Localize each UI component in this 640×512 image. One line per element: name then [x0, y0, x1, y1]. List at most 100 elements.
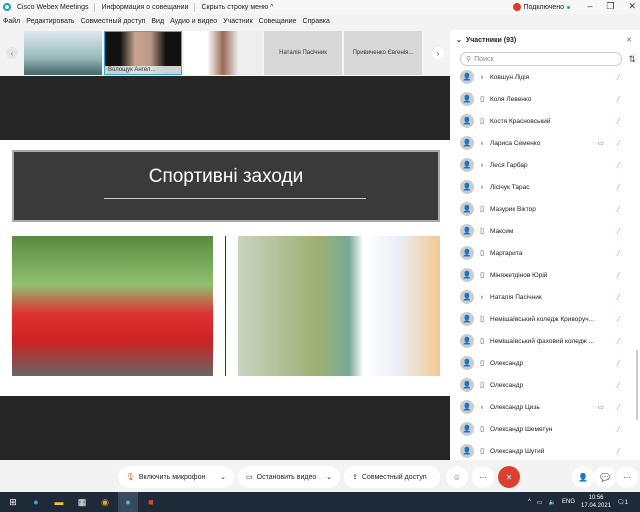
participant-row[interactable]: 👤 ♁ Ковшун Лідія ⁄ — [450, 66, 640, 88]
menu-item[interactable]: Совместный доступ — [81, 18, 146, 25]
participant-name: Лісічук Тарас — [490, 183, 530, 191]
avatar-icon: 👤 — [460, 246, 474, 260]
mic-muted-icon[interactable]: ⁄ — [618, 73, 640, 82]
participant-row[interactable]: 👤 ▯ Мазурик Віктор ⁄ — [450, 198, 640, 220]
windows-start-icon[interactable]: ⊞ — [3, 492, 23, 512]
divider — [225, 236, 226, 376]
menu-item[interactable]: Участник — [223, 18, 253, 25]
video-tile[interactable]: Волощук Ангел... — [104, 31, 182, 75]
tray-chevron-icon[interactable]: ^ — [528, 499, 531, 505]
volume-icon[interactable]: 🔈 — [549, 499, 556, 506]
mic-muted-icon[interactable]: ⁄ — [618, 139, 640, 148]
menu-bar: Файл Редактировать Совместный доступ Вид Ауд… — [0, 14, 330, 28]
avatar-icon: 👤 — [460, 114, 474, 128]
language-indicator[interactable]: ENG — [562, 499, 575, 505]
minimize-icon[interactable]: – — [587, 1, 592, 12]
menu-item[interactable]: Совещание — [259, 18, 297, 25]
mic-muted-icon[interactable]: ⁄ — [618, 425, 640, 434]
mic-muted-icon[interactable]: ⁄ — [618, 161, 640, 170]
divider — [194, 2, 196, 12]
chevron-right-icon[interactable]: › — [432, 47, 444, 59]
divider — [104, 198, 366, 199]
clock[interactable]: 10:56 17.04.2021 — [581, 494, 611, 510]
shared-content-stage: Спортивні заходи — [0, 76, 450, 460]
participant-row[interactable]: 👤 ▯ Олександр Шеметун ⁄ — [450, 418, 640, 440]
video-tile[interactable]: Привиченко Євгенія... — [344, 31, 422, 75]
chevron-left-icon[interactable]: ‹ — [6, 47, 18, 59]
participant-row[interactable]: 👤 ▯ Коля Левенко ⁄ — [450, 88, 640, 110]
network-icon[interactable]: ▭ — [537, 499, 543, 506]
gym-photo — [238, 236, 440, 376]
participant-row[interactable]: 👤 ▯ Немішаївський фаховий коледж ... ⁄ — [450, 330, 640, 352]
participant-row[interactable]: 👤 ▯ Максим ⁄ — [450, 220, 640, 242]
participant-row[interactable]: 👤 ♁ Леся Гарбар ⁄ — [450, 154, 640, 176]
video-tile[interactable] — [184, 31, 262, 75]
mic-muted-icon[interactable]: ⁄ — [618, 249, 640, 258]
mic-muted-icon[interactable]: ⁄ — [618, 183, 640, 192]
participant-name: Олександр — [490, 359, 524, 367]
video-tile[interactable]: Наталія Пасічник — [264, 31, 342, 75]
mic-muted-icon[interactable]: ⁄ — [618, 271, 640, 280]
participant-row[interactable]: 👤 ▯ Олександр Шутий ⁄ — [450, 440, 640, 462]
chevron-down-icon[interactable]: ⌄ — [220, 473, 226, 481]
menu-item[interactable]: Редактировать — [26, 18, 74, 25]
mic-muted-icon[interactable]: ⁄ — [618, 95, 640, 104]
search-input[interactable]: ⚲ Поиск — [460, 52, 622, 66]
video-tile[interactable] — [24, 31, 102, 75]
participant-row[interactable]: 👤 ▯ Міняжетдінов Юрій ⁄ — [450, 264, 640, 286]
phone-icon: ▯ — [480, 448, 484, 455]
chevron-down-icon[interactable]: ⌄ — [326, 473, 332, 481]
webex-taskbar-icon[interactable]: ● — [118, 492, 138, 512]
slide-title-box: Спортивні заходи — [12, 150, 440, 222]
meeting-info-button[interactable]: Информация о совещании — [101, 4, 188, 11]
menu-item[interactable]: Справка — [302, 18, 329, 25]
participant-row[interactable]: 👤 ▯ Олександр ⁄ — [450, 352, 640, 374]
menu-item[interactable]: Аудио и видео — [170, 18, 217, 25]
share-button[interactable]: ⇪ Совместный доступ — [344, 466, 440, 488]
menu-item[interactable]: Вид — [151, 18, 164, 25]
restore-icon[interactable]: ❐ — [606, 1, 614, 12]
participants-icon[interactable]: 👤 — [572, 466, 594, 488]
chrome-icon[interactable]: ◉ — [95, 492, 115, 512]
avatar-icon: 👤 — [460, 268, 474, 282]
mic-muted-icon[interactable]: ⁄ — [618, 293, 640, 302]
end-meeting-button[interactable]: ✕ — [498, 466, 520, 488]
unmute-label: Включить микрофон — [138, 473, 206, 481]
menu-item[interactable]: Файл — [3, 18, 20, 25]
store-icon[interactable]: ▦ — [72, 492, 92, 512]
participant-row[interactable]: 👤 ▯ Немішаївський коледж Криворуч... ⁄ — [450, 308, 640, 330]
participant-row[interactable]: 👤 ▯ Костя Красновський ⁄ — [450, 110, 640, 132]
mic-muted-icon[interactable]: ⁄ — [618, 447, 640, 456]
chat-icon[interactable]: 💬 — [594, 466, 616, 488]
participant-row[interactable]: 👤 ▯ Маргарита ⁄ — [450, 242, 640, 264]
collapse-chevron-icon[interactable]: ⌄ — [456, 36, 462, 44]
unmute-button[interactable]: 🎙 Включить микрофон ⌄ — [118, 466, 234, 488]
participant-name: Наталія Пасічник — [490, 293, 542, 301]
reactions-icon[interactable]: ☺ — [446, 466, 468, 488]
participant-row[interactable]: 👤 ♁ Олександр Цизь ▭ ⁄ — [450, 396, 640, 418]
edge-icon[interactable]: ● — [26, 492, 46, 512]
mic-muted-icon[interactable]: ⁄ — [618, 227, 640, 236]
file-explorer-icon[interactable]: ▬ — [49, 492, 69, 512]
close-panel-icon[interactable]: ✕ — [626, 36, 632, 44]
scrollbar[interactable] — [636, 350, 638, 420]
avatar-icon: 👤 — [460, 334, 474, 348]
sort-icon[interactable]: ⇅ — [628, 54, 636, 65]
more-icon[interactable]: ⋯ — [472, 466, 494, 488]
mic-muted-icon[interactable]: ⁄ — [618, 337, 640, 346]
participant-row[interactable]: 👤 ▯ Олександр ⁄ — [450, 374, 640, 396]
mic-muted-icon[interactable]: ⁄ — [618, 117, 640, 126]
participant-row[interactable]: 👤 ♁ Наталія Пасічник ⁄ — [450, 286, 640, 308]
notifications-icon[interactable]: 🗨1 — [617, 499, 628, 506]
hide-menu-button[interactable]: Скрыть строку меню ^ — [201, 4, 273, 11]
participant-row[interactable]: 👤 ♁ Лариса Семенко ▭ ⁄ — [450, 132, 640, 154]
participant-row[interactable]: 👤 ♁ Лісічук Тарас ⁄ — [450, 176, 640, 198]
close-icon[interactable]: ✕ — [628, 1, 636, 12]
more-options-icon[interactable]: ⋯ — [616, 466, 638, 488]
mic-muted-icon[interactable]: ⁄ — [618, 205, 640, 214]
microphone-icon: ♁ — [479, 161, 485, 169]
search-placeholder: Поиск — [474, 55, 494, 63]
mic-muted-icon[interactable]: ⁄ — [618, 315, 640, 324]
powerpoint-icon[interactable]: ■ — [141, 492, 161, 512]
stop-video-button[interactable]: ▭ Остановить видео ⌄ — [238, 466, 340, 488]
